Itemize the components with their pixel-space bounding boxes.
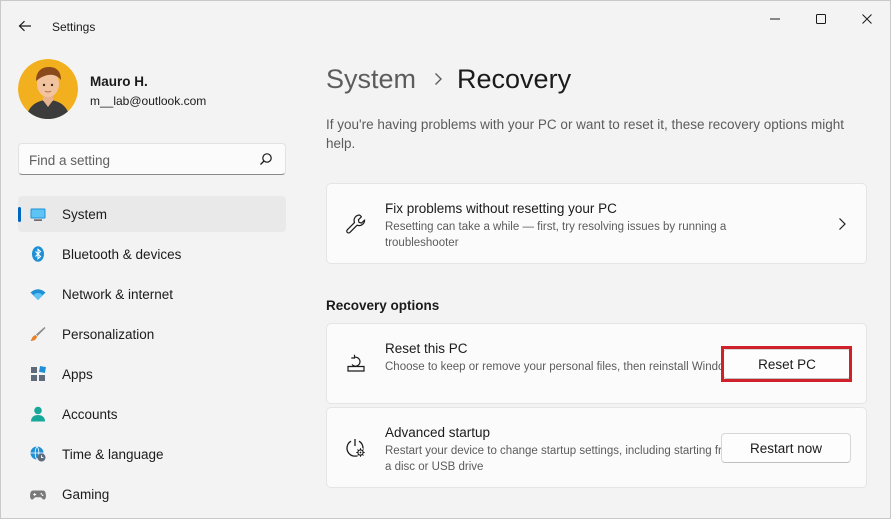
card-title: Fix problems without resetting your PC xyxy=(385,201,617,216)
sidebar-item-apps[interactable]: Apps xyxy=(18,356,286,392)
avatar[interactable] xyxy=(18,59,78,119)
card-title: Reset this PC xyxy=(385,341,468,356)
profile-email: m__lab@outlook.com xyxy=(90,94,207,108)
wifi-icon xyxy=(30,289,46,300)
card-subtitle: Resetting can take a while — first, try … xyxy=(385,221,727,249)
sidebar-item-gaming[interactable]: Gaming xyxy=(18,476,286,512)
card-title: Advanced startup xyxy=(385,425,491,440)
sidebar-item-system[interactable]: System xyxy=(18,196,286,232)
profile-name: Mauro H. xyxy=(90,74,148,89)
minimize-icon xyxy=(770,18,780,20)
app-title: Settings xyxy=(52,20,96,34)
sidebar-item-accounts[interactable]: Accounts xyxy=(18,396,286,432)
breadcrumb: System Recovery xyxy=(326,61,571,97)
globe-clock-icon xyxy=(30,446,46,462)
restart-now-button[interactable]: Restart now xyxy=(721,433,851,463)
back-arrow-icon xyxy=(18,20,31,32)
brush-icon xyxy=(30,327,46,341)
advanced-startup-icon xyxy=(346,439,366,458)
sidebar-item-personalization[interactable]: Personalization xyxy=(18,316,286,352)
card-subtitle: Choose to keep or remove your personal f… xyxy=(385,361,739,373)
sidebar-item-label: Accounts xyxy=(62,407,118,422)
chevron-right-icon xyxy=(839,218,846,230)
reset-pc-icon xyxy=(347,354,365,372)
sidebar-item-label: Apps xyxy=(62,367,93,382)
settings-window: Settings Mauro H. m__lab@outlook.com Fin… xyxy=(0,0,891,519)
system-icon xyxy=(30,208,46,221)
sidebar-item-time-language[interactable]: Time & language xyxy=(18,436,286,472)
sidebar-item-bluetooth[interactable]: Bluetooth & devices xyxy=(18,236,286,272)
maximize-button[interactable] xyxy=(803,7,839,31)
sidebar-item-label: Gaming xyxy=(62,487,110,502)
close-icon xyxy=(862,14,872,24)
breadcrumb-parent[interactable]: System xyxy=(326,64,416,95)
sidebar-item-label: System xyxy=(62,207,108,222)
avatar-image xyxy=(18,59,78,119)
minimize-button[interactable] xyxy=(757,7,793,31)
chevron-right-icon xyxy=(435,73,443,85)
highlight-box xyxy=(721,346,852,382)
close-button[interactable] xyxy=(849,7,885,31)
sidebar-item-label: Network & internet xyxy=(62,287,174,302)
back-button[interactable] xyxy=(11,13,39,39)
search-box[interactable] xyxy=(18,143,286,175)
fix-problems-card[interactable]: Fix problems without resetting your PC R… xyxy=(326,183,867,264)
wrench-icon xyxy=(346,214,366,234)
bluetooth-icon xyxy=(32,246,44,262)
sidebar-item-label: Time & language xyxy=(62,447,164,462)
sidebar-item-network[interactable]: Network & internet xyxy=(18,276,286,312)
accounts-icon xyxy=(31,406,45,422)
card-subtitle: Restart your device to change startup se… xyxy=(385,445,738,473)
search-input[interactable] xyxy=(29,150,249,170)
section-title: Recovery options xyxy=(326,298,440,313)
gamepad-icon xyxy=(30,490,46,500)
sidebar-item-label: Personalization xyxy=(62,327,155,342)
title-bar: Settings xyxy=(1,1,890,49)
active-indicator xyxy=(18,207,21,222)
search-icon[interactable] xyxy=(259,152,273,166)
page-title: Recovery xyxy=(457,63,572,94)
sidebar-nav: System Bluetooth & devices Network & int… xyxy=(18,196,286,516)
apps-icon xyxy=(31,366,46,381)
page-description: If you're having problems with your PC o… xyxy=(326,117,845,151)
advanced-startup-card: Advanced startup Restart your device to … xyxy=(326,407,867,488)
maximize-icon xyxy=(816,14,826,24)
sidebar-item-label: Bluetooth & devices xyxy=(62,247,182,262)
